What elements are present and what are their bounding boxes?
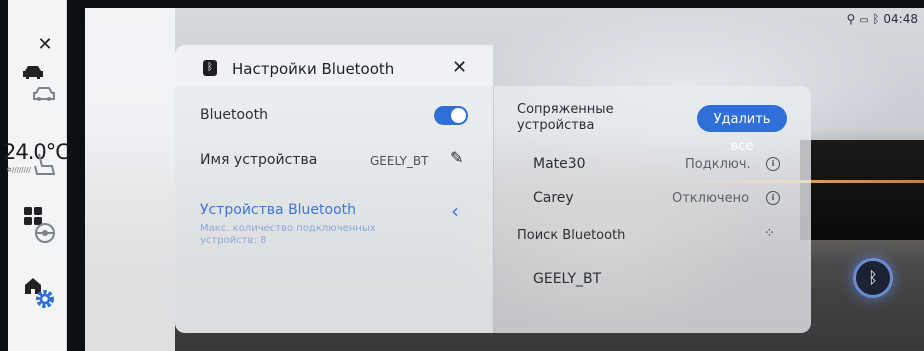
paired-devices-header: Сопряженные устройства	[517, 102, 614, 133]
info-icon[interactable]: i	[766, 191, 780, 205]
paired-device-status: Отключено	[672, 191, 750, 206]
dialog-title: Настройки Bluetooth	[232, 60, 395, 78]
bluetooth-label: Bluetooth	[200, 107, 268, 123]
bluetooth-search-label: Поиск Bluetooth	[517, 228, 626, 243]
bluetooth-settings-panel	[175, 45, 493, 333]
car-icon[interactable]	[0, 62, 66, 86]
max-devices-hint: Макс. количество подключенных устройств:…	[200, 223, 376, 246]
toggle-knob	[451, 108, 466, 123]
settings-sidebar	[85, 8, 175, 351]
gear-icon[interactable]	[0, 288, 90, 316]
device-name-label: Имя устройства	[200, 152, 318, 168]
delete-all-button[interactable]: Удалить все	[697, 105, 787, 154]
dashboard-strip	[800, 140, 924, 240]
close-icon[interactable]: ✕	[0, 34, 90, 55]
paired-device-name[interactable]: Mate30	[533, 156, 586, 172]
paired-device-status: Подключ.	[685, 157, 751, 172]
found-device-name[interactable]: GEELY_BT	[533, 271, 601, 287]
paired-device-name[interactable]: Carey	[533, 190, 574, 206]
bluetooth-devices-link[interactable]: Устройства Bluetooth	[200, 202, 356, 218]
loading-spinner-icon: ⁘	[764, 226, 775, 241]
steering-wheel-icon[interactable]	[0, 222, 90, 250]
seat-icon[interactable]	[0, 152, 90, 182]
chevron-left-icon[interactable]: ‹	[451, 199, 459, 223]
status-bar: ⚲ ▭ ᛒ 04:48	[846, 12, 918, 26]
info-icon[interactable]: i	[766, 157, 780, 171]
bluetooth-float-icon[interactable]: ᛒ	[853, 258, 893, 298]
device-name-value: GEELY_BT	[370, 154, 429, 168]
bluetooth-badge-icon: ᛒ	[203, 60, 217, 76]
bluetooth-toggle[interactable]	[434, 106, 468, 125]
vehicle-settings-icon[interactable]	[0, 84, 90, 110]
usb-icon: ⚲	[846, 12, 856, 26]
dialog-close-button[interactable]: ✕	[452, 57, 467, 78]
edit-icon[interactable]: ✎	[450, 148, 463, 167]
clock: 04:48	[883, 12, 918, 26]
battery-icon: ▭	[859, 15, 869, 26]
bluetooth-icon: ᛒ	[872, 12, 880, 26]
